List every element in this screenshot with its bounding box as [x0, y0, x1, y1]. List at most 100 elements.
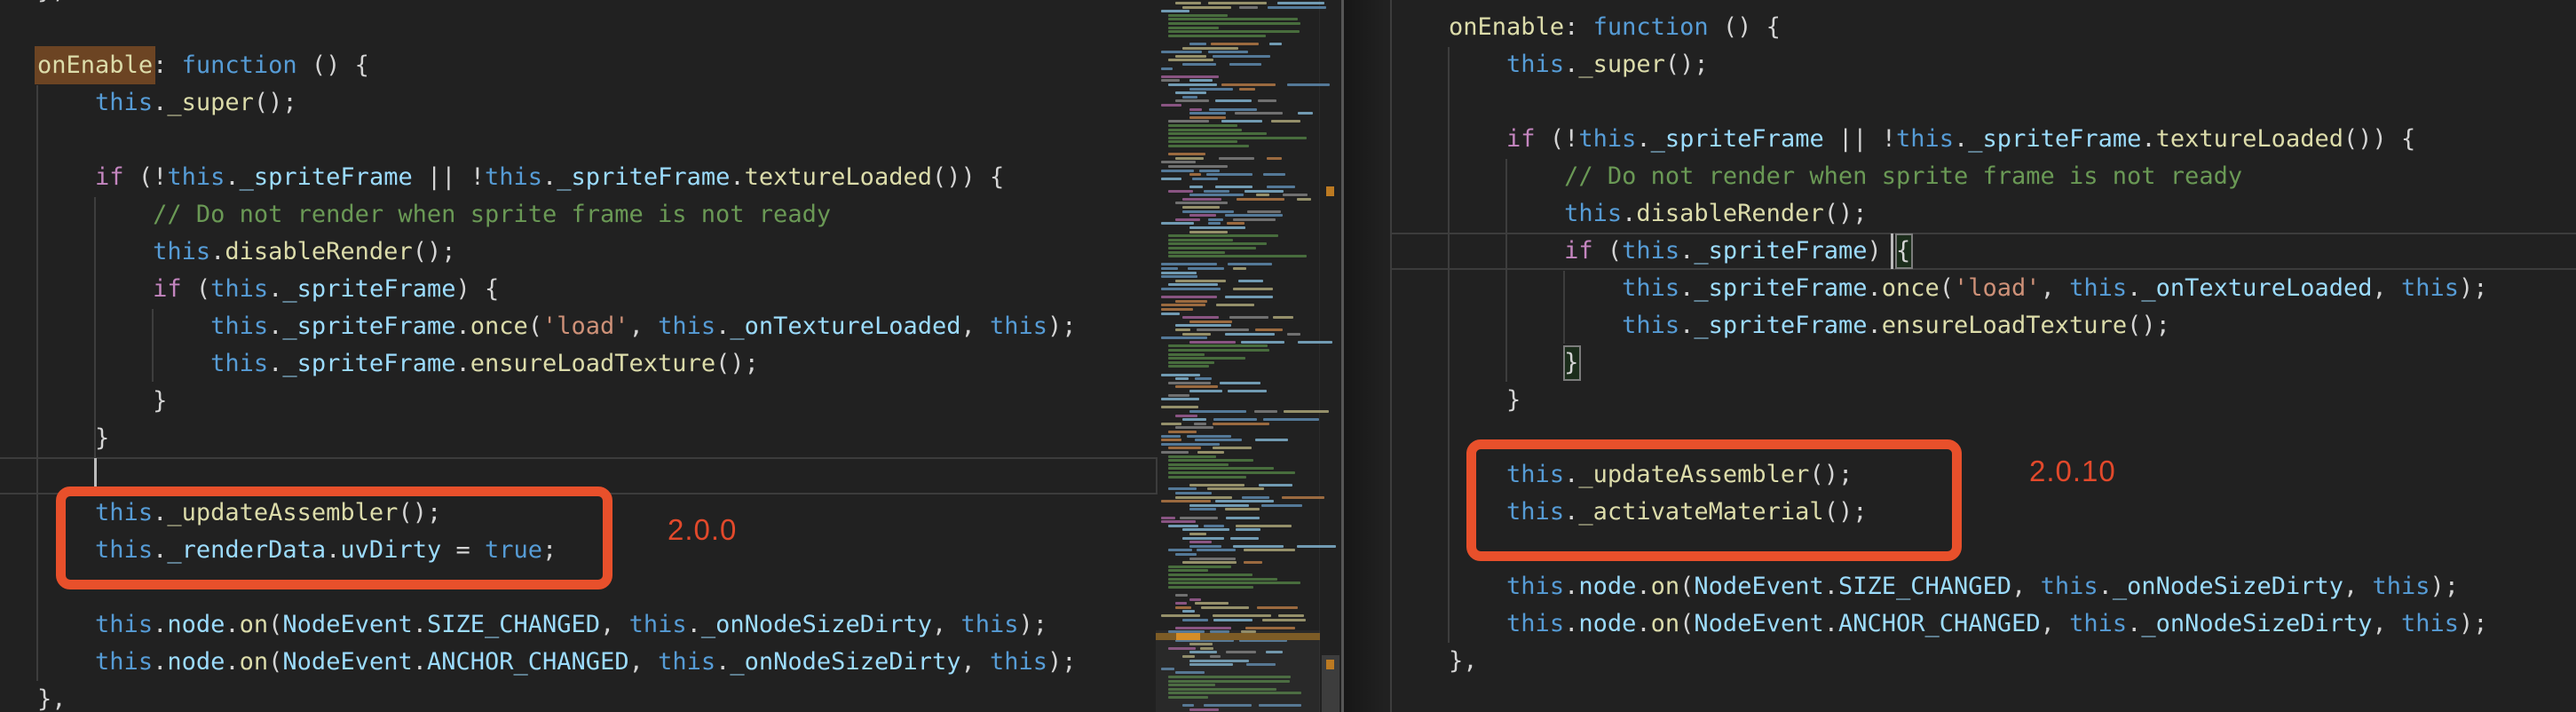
code-line[interactable]: this._spriteFrame.once('load', this._onT… — [0, 308, 1076, 345]
code-line[interactable]: if (this._spriteFrame) { — [1391, 233, 1910, 270]
code-line[interactable]: // Do not render when sprite frame is no… — [1391, 158, 2242, 195]
minimap-line — [1156, 605, 1320, 609]
minimap-segment — [1168, 120, 1209, 123]
code-line[interactable]: this._spriteFrame.ensureLoadTexture(); — [1391, 307, 2170, 344]
minimap-segment — [1182, 63, 1217, 66]
code-line[interactable]: this.disableRender(); — [0, 233, 455, 271]
code-line[interactable]: this.node.on(NodeEvent.ANCHOR_CHANGED, t… — [0, 644, 1077, 681]
minimap-segment — [1168, 393, 1190, 397]
minimap-segment — [1168, 447, 1202, 450]
minimap-line — [1156, 332, 1320, 336]
code-line[interactable]: } — [1391, 382, 1521, 419]
code-token: , — [2372, 274, 2401, 302]
minimap-line — [1156, 189, 1320, 193]
left-minimap[interactable] — [1156, 0, 1337, 712]
minimap-segment — [1189, 340, 1236, 344]
code-line[interactable]: if (!this._spriteFrame || !this._spriteF… — [1391, 121, 2415, 158]
left-scrollbar[interactable] — [1320, 0, 1341, 712]
minimap-segment — [1168, 471, 1296, 474]
minimap-line — [1156, 328, 1320, 331]
code-line[interactable]: this.disableRender(); — [1391, 195, 1867, 233]
minimap-segment — [1189, 186, 1203, 188]
code-line[interactable]: this._super(); — [1391, 46, 1709, 83]
code-token: 'load' — [542, 312, 629, 340]
code-line[interactable]: } — [0, 420, 109, 457]
code-token: . — [1564, 51, 1579, 78]
minimap-segment — [1168, 18, 1299, 21]
code-line[interactable]: }, — [0, 681, 67, 712]
minimap-line — [1156, 373, 1320, 376]
minimap-line — [1156, 406, 1320, 409]
code-line[interactable]: this._spriteFrame.ensureLoadTexture(); — [0, 345, 759, 383]
minimap-line — [1156, 463, 1320, 466]
code-token: textureLoaded — [744, 163, 932, 191]
code-token: NodeEvent — [1694, 573, 1824, 600]
code-token: ); — [1018, 611, 1048, 638]
minimap-line — [1156, 541, 1320, 544]
minimap-line — [1156, 218, 1320, 221]
code-token: _onNodeSizeDirty — [2112, 573, 2343, 600]
minimap-segment — [1213, 422, 1269, 425]
minimap-segment — [1168, 153, 1205, 156]
minimap-segment — [1168, 13, 1229, 17]
code-token: this — [1506, 51, 1565, 78]
vscode-split-diff: 2.0.0 2.0.10 }, onEnable: function () { … — [0, 0, 2576, 712]
minimap-segment — [1175, 91, 1206, 95]
minimap-line — [1156, 475, 1320, 479]
code-token: node — [167, 648, 225, 676]
code-line[interactable]: this.node.on(NodeEvent.SIZE_CHANGED, thi… — [1391, 568, 2459, 605]
minimap-segment — [1175, 99, 1209, 103]
code-token: , — [2040, 274, 2070, 302]
code-line[interactable]: onEnable: function () { — [0, 46, 369, 84]
minimap-line — [1156, 222, 1320, 225]
code-token: this — [95, 611, 154, 638]
code-token: . — [1954, 125, 1969, 153]
minimap-line — [1156, 316, 1320, 320]
minimap-segment — [1213, 618, 1252, 621]
minimap-segment — [1236, 524, 1292, 527]
code-token: this — [1506, 573, 1565, 600]
minimap-line — [1156, 173, 1320, 177]
code-line[interactable]: this._super(); — [0, 84, 297, 122]
minimap-segment — [1189, 410, 1247, 413]
code-line[interactable]: this.node.on(NodeEvent.ANCHOR_CHANGED, t… — [1391, 605, 2488, 643]
code-token: _onTextureLoaded — [2141, 274, 2373, 302]
code-token: ( — [268, 611, 283, 638]
minimap-segment — [1215, 500, 1275, 503]
minimap-line — [1156, 132, 1320, 136]
minimap-segment — [1218, 156, 1254, 160]
minimap-viewport[interactable] — [1156, 630, 1320, 712]
pane-divider-sash[interactable] — [1341, 0, 1344, 712]
code-token: _spriteFrame — [282, 350, 456, 377]
code-line[interactable]: if (this._spriteFrame) { — [0, 271, 499, 308]
code-line[interactable]: // Do not render when sprite frame is no… — [0, 196, 831, 233]
minimap-segment — [1189, 597, 1201, 601]
code-token: this — [990, 312, 1048, 340]
minimap-line — [1156, 153, 1320, 156]
code-token: || ! — [412, 163, 485, 191]
minimap-segment — [1268, 43, 1283, 45]
code-token: NodeEvent — [282, 611, 413, 638]
code-line[interactable]: } — [0, 383, 167, 420]
code-line[interactable]: }, — [0, 0, 67, 10]
minimap-line — [1156, 390, 1320, 392]
minimap-line — [1156, 124, 1320, 127]
code-line[interactable]: this.node.on(NodeEvent.SIZE_CHANGED, thi… — [0, 606, 1047, 644]
code-token: (! — [1535, 125, 1579, 153]
minimap-segment — [1175, 553, 1197, 556]
code-line[interactable]: } — [1391, 344, 1578, 382]
code-token: this — [990, 648, 1048, 676]
minimap-segment — [1161, 104, 1181, 107]
code-token: . — [225, 648, 240, 676]
code-line[interactable]: this._spriteFrame.once('load', this._onT… — [1391, 270, 2487, 307]
code-line[interactable]: if (!this._spriteFrame || !this._spriteF… — [0, 159, 1004, 196]
code-line[interactable]: onEnable: function () { — [1391, 9, 1781, 46]
minimap-line — [1156, 360, 1320, 364]
code-line[interactable]: }, — [1391, 643, 1478, 680]
minimap-segment — [1239, 87, 1256, 91]
minimap-line — [1156, 520, 1320, 524]
code-token: on — [1650, 573, 1680, 600]
minimap-segment — [1168, 30, 1300, 34]
